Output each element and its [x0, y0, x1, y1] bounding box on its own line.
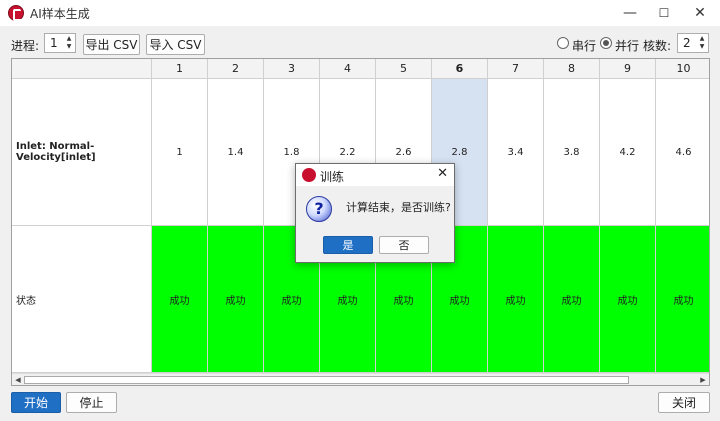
- status-cell[interactable]: 成功: [152, 226, 208, 373]
- status-cell[interactable]: 成功: [544, 226, 600, 373]
- dialog-message: 计算结束，是否训练?: [346, 201, 451, 214]
- close-window-button[interactable]: ✕: [682, 0, 718, 26]
- column-header[interactable]: 4: [320, 59, 376, 79]
- dialog-app-icon: [302, 168, 316, 182]
- train-dialog: 训练 ✕ ? 计算结束，是否训练? 是 否: [295, 163, 455, 263]
- status-cell[interactable]: 成功: [488, 226, 544, 373]
- start-button[interactable]: 开始: [11, 392, 61, 413]
- minimize-button[interactable]: —: [612, 0, 648, 26]
- horizontal-scrollbar[interactable]: ◀ ▶: [12, 373, 709, 385]
- row-header[interactable]: Inlet: Normal-Velocity[inlet]: [12, 79, 152, 226]
- row-header[interactable]: 状态: [12, 226, 152, 373]
- column-header[interactable]: 6: [432, 59, 488, 79]
- process-label: 进程:: [11, 39, 40, 53]
- title-bar: AI样本生成 — ☐ ✕: [0, 0, 720, 26]
- serial-label: 串行: [572, 39, 597, 53]
- app-logo-icon: [8, 5, 24, 21]
- velocity-cell[interactable]: 1: [152, 79, 208, 226]
- cores-spinbox[interactable]: 2 ▲ ▼: [677, 33, 709, 53]
- column-header[interactable]: 7: [488, 59, 544, 79]
- velocity-cell[interactable]: 3.4: [488, 79, 544, 226]
- status-cell[interactable]: 成功: [656, 226, 709, 373]
- status-cell[interactable]: 成功: [600, 226, 656, 373]
- column-header[interactable]: 2: [208, 59, 264, 79]
- window-title: AI样本生成: [30, 7, 90, 21]
- stop-button[interactable]: 停止: [66, 392, 117, 413]
- close-button[interactable]: 关闭: [658, 392, 710, 413]
- scroll-right-icon[interactable]: ▶: [697, 374, 709, 385]
- spin-arrows-icon[interactable]: ▲ ▼: [698, 35, 706, 51]
- import-csv-button[interactable]: 导入 CSV: [146, 34, 205, 55]
- velocity-cell[interactable]: 4.6: [656, 79, 709, 226]
- maximize-button[interactable]: ☐: [646, 0, 682, 26]
- parallel-radio[interactable]: [600, 37, 612, 49]
- status-cell[interactable]: 成功: [208, 226, 264, 373]
- parallel-label: 并行: [615, 39, 640, 53]
- column-header[interactable]: 9: [600, 59, 656, 79]
- question-icon: ?: [306, 196, 332, 222]
- spin-arrows-icon[interactable]: ▲ ▼: [65, 35, 73, 51]
- yes-button[interactable]: 是: [323, 236, 373, 254]
- serial-radio[interactable]: [557, 37, 569, 49]
- column-header[interactable]: 1: [152, 59, 208, 79]
- scroll-left-icon[interactable]: ◀: [12, 374, 24, 385]
- dialog-title-bar: 训练 ✕: [296, 164, 454, 186]
- velocity-cell[interactable]: 1.4: [208, 79, 264, 226]
- column-header[interactable]: 8: [544, 59, 600, 79]
- dialog-close-icon[interactable]: ✕: [437, 166, 448, 181]
- no-button[interactable]: 否: [379, 236, 429, 254]
- scroll-thumb[interactable]: [24, 376, 629, 384]
- column-header[interactable]: 10: [656, 59, 709, 79]
- process-value: 1: [50, 36, 58, 50]
- cores-value: 2: [683, 36, 691, 50]
- velocity-cell[interactable]: 4.2: [600, 79, 656, 226]
- cores-label: 核数:: [643, 39, 672, 53]
- column-header[interactable]: 5: [376, 59, 432, 79]
- velocity-cell[interactable]: 3.8: [544, 79, 600, 226]
- export-csv-button[interactable]: 导出 CSV: [83, 34, 140, 55]
- table-corner: [12, 59, 152, 79]
- column-header[interactable]: 3: [264, 59, 320, 79]
- dialog-title: 训练: [320, 170, 345, 184]
- process-spinbox[interactable]: 1 ▲ ▼: [44, 33, 76, 53]
